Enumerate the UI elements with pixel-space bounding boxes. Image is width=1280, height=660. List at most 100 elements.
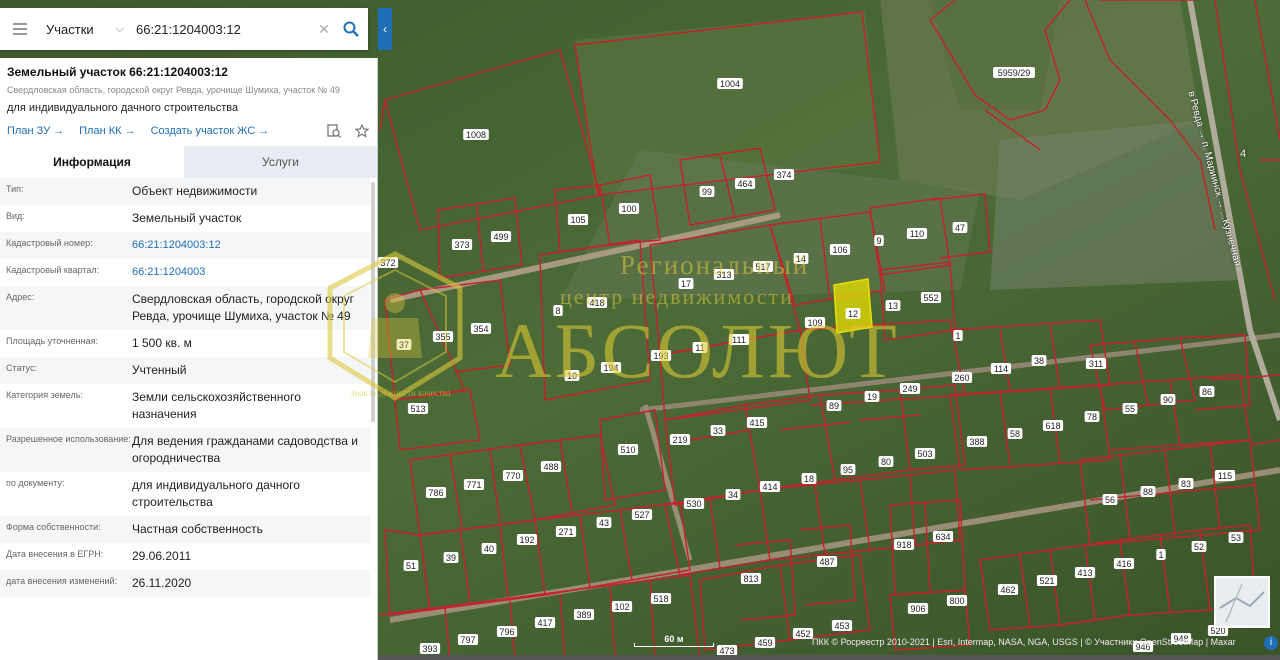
plot-number-label[interactable]: 38: [1031, 355, 1047, 366]
plot-number-label[interactable]: 10: [564, 370, 580, 381]
plot-number-label[interactable]: 33: [710, 425, 726, 436]
plot-number-label[interactable]: 530: [683, 498, 705, 509]
plot-number-label[interactable]: 771: [463, 479, 485, 490]
plot-number-label[interactable]: 39: [443, 552, 459, 563]
plot-number-label[interactable]: 18: [801, 473, 817, 484]
plot-number-label[interactable]: 47: [952, 222, 968, 233]
plot-number-label[interactable]: 517: [752, 261, 774, 272]
plot-number-label[interactable]: 95: [840, 464, 856, 475]
plot-number-label[interactable]: 813: [740, 573, 762, 584]
plot-number-label[interactable]: 413: [1074, 567, 1096, 578]
plot-number-label[interactable]: 37: [396, 339, 412, 350]
plot-number-label[interactable]: 43: [596, 517, 612, 528]
plot-number-label[interactable]: 5959/29: [993, 67, 1035, 78]
plot-number-label[interactable]: 105: [567, 214, 589, 225]
plot-number-label[interactable]: 51: [403, 560, 419, 571]
plot-number-label[interactable]: 19: [864, 391, 880, 402]
panel-scrollbar[interactable]: [371, 182, 375, 422]
search-input[interactable]: [132, 9, 314, 49]
plot-number-label[interactable]: 8: [553, 305, 563, 316]
plot-number-label[interactable]: 487: [816, 556, 838, 567]
plot-number-label[interactable]: 12: [845, 308, 861, 319]
plot-number-label[interactable]: 770: [502, 470, 524, 481]
plot-number-label[interactable]: 313: [713, 269, 735, 280]
object-type-select[interactable]: Участки ⌵: [40, 22, 132, 37]
plot-number-label[interactable]: 52: [1191, 541, 1207, 552]
plot-number-label[interactable]: 58: [1007, 428, 1023, 439]
plot-number-label[interactable]: 618: [1042, 420, 1064, 431]
plot-number-label[interactable]: 388: [966, 436, 988, 447]
menu-button[interactable]: [0, 8, 40, 50]
plot-number-label[interactable]: 100: [618, 203, 640, 214]
plot-number-label[interactable]: 193: [650, 350, 672, 361]
plot-number-label[interactable]: 527: [631, 509, 653, 520]
plot-number-label[interactable]: 102: [611, 601, 633, 612]
plot-number-label[interactable]: 634: [932, 531, 954, 542]
plot-number-label[interactable]: 918: [893, 539, 915, 550]
plot-number-label[interactable]: 194: [600, 362, 622, 373]
plot-number-label[interactable]: 14: [793, 253, 809, 264]
plot-number-label[interactable]: 393: [419, 643, 441, 654]
plot-number-label[interactable]: 452: [792, 628, 814, 639]
plot-number-label[interactable]: 503: [914, 448, 936, 459]
plot-number-label[interactable]: 249: [899, 383, 921, 394]
plot-number-label[interactable]: 797: [457, 634, 479, 645]
plot-number-label[interactable]: 40: [481, 543, 497, 554]
star-icon[interactable]: [354, 123, 370, 139]
tab-info[interactable]: Информация: [0, 146, 184, 178]
plot-number-label[interactable]: 83: [1178, 478, 1194, 489]
plot-number-label[interactable]: 373: [451, 239, 473, 250]
plot-number-label[interactable]: 800: [946, 595, 968, 606]
plot-number-label[interactable]: 90: [1160, 394, 1176, 405]
plot-number-label[interactable]: 80: [878, 456, 894, 467]
plan-zu-link[interactable]: План ЗУ →: [7, 125, 64, 137]
plot-number-label[interactable]: 9: [874, 235, 884, 246]
plot-number-label[interactable]: 786: [425, 487, 447, 498]
plot-number-label[interactable]: 459: [754, 637, 776, 648]
plot-number-label[interactable]: 1: [1156, 549, 1166, 560]
plot-number-label[interactable]: 110: [906, 228, 928, 239]
basemap-switcher[interactable]: [1214, 576, 1270, 628]
plot-number-label[interactable]: 513: [407, 403, 429, 414]
plot-number-label[interactable]: 389: [573, 609, 595, 620]
plot-number-label[interactable]: 56: [1102, 494, 1118, 505]
plot-number-label[interactable]: 552: [920, 292, 942, 303]
plot-number-label[interactable]: 415: [746, 417, 768, 428]
plot-number-label[interactable]: 372: [377, 257, 399, 268]
plot-number-label[interactable]: 355: [432, 331, 454, 342]
plot-number-label[interactable]: 260: [951, 372, 973, 383]
plot-number-label[interactable]: 13: [885, 300, 901, 311]
plot-number-label[interactable]: 89: [826, 400, 842, 411]
plot-number-label[interactable]: 354: [470, 323, 492, 334]
plot-number-label[interactable]: 11: [692, 342, 708, 353]
plot-number-label[interactable]: 114: [990, 363, 1012, 374]
plot-number-label[interactable]: 311: [1085, 358, 1107, 369]
plot-number-label[interactable]: 111: [728, 334, 750, 345]
info-icon[interactable]: i: [1264, 636, 1278, 650]
plot-number-label[interactable]: 192: [516, 534, 538, 545]
plot-number-label[interactable]: 417: [534, 617, 556, 628]
plot-number-label[interactable]: 414: [759, 481, 781, 492]
property-value[interactable]: 66:21:1204003: [132, 259, 364, 286]
search-button[interactable]: [334, 8, 368, 50]
plot-number-label[interactable]: 86: [1199, 386, 1215, 397]
plot-number-label[interactable]: 418: [586, 297, 608, 308]
plot-number-label[interactable]: 464: [734, 178, 756, 189]
plot-number-label[interactable]: 518: [650, 593, 672, 604]
plot-number-label[interactable]: 219: [669, 434, 691, 445]
plot-number-label[interactable]: 109: [804, 317, 826, 328]
plot-number-label[interactable]: 521: [1036, 575, 1058, 586]
plan-kk-link[interactable]: План КК →: [79, 125, 135, 137]
plot-number-label[interactable]: 462: [997, 584, 1019, 595]
plot-number-label[interactable]: 55: [1122, 403, 1138, 414]
plot-number-label[interactable]: 453: [831, 620, 853, 631]
document-search-icon[interactable]: [326, 123, 342, 139]
plot-number-label[interactable]: 1: [953, 330, 963, 341]
plot-number-label[interactable]: 99: [699, 186, 715, 197]
plot-number-label[interactable]: 1004: [717, 78, 743, 89]
plot-number-label[interactable]: 106: [829, 244, 851, 255]
plot-number-label[interactable]: 499: [490, 231, 512, 242]
property-value[interactable]: 66:21:1204003:12: [132, 232, 364, 259]
create-parcel-link[interactable]: Создать участок ЖС →: [151, 125, 270, 137]
plot-number-label[interactable]: 34: [725, 489, 741, 500]
